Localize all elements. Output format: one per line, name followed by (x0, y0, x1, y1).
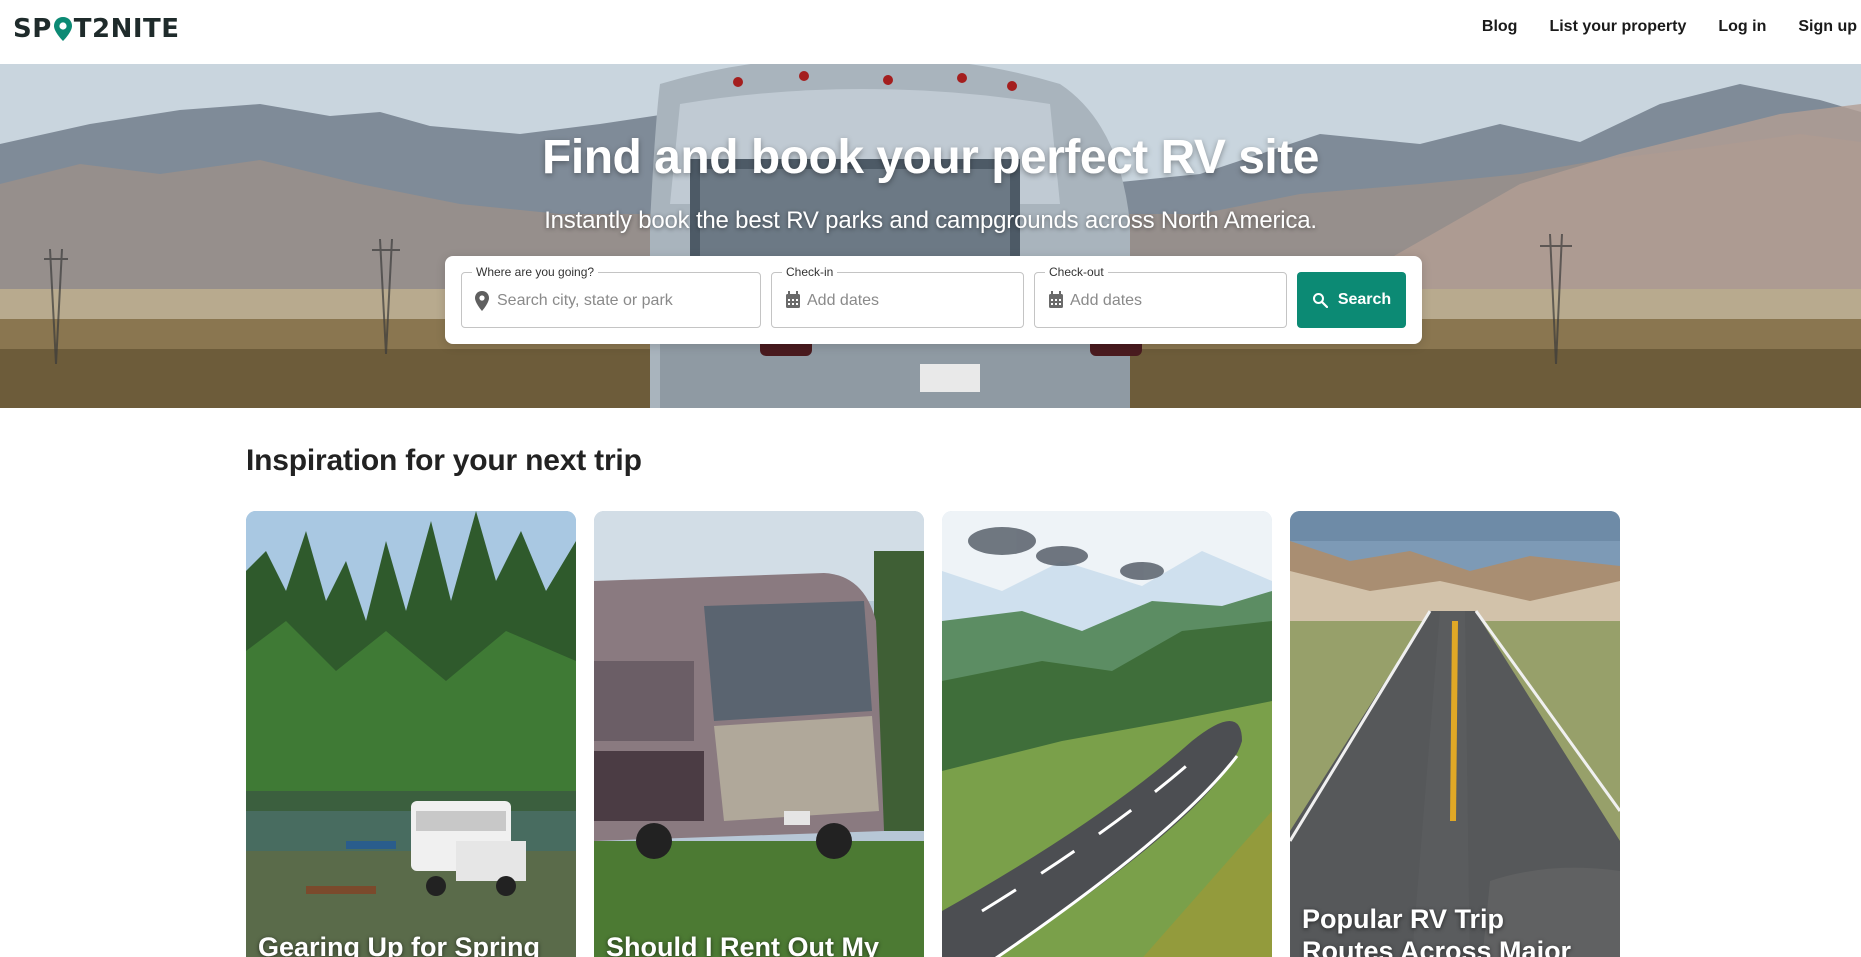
map-pin-logo-icon (53, 16, 73, 42)
logo-text-left: SP (13, 14, 52, 44)
checkout-input[interactable]: Add dates (1070, 292, 1142, 310)
checkout-field[interactable]: Check-out Add dates (1034, 265, 1287, 328)
hero-title: Find and book your perfect RV site (542, 131, 1319, 184)
nav-signup-link[interactable]: Sign up (1798, 18, 1857, 36)
calendar-icon (785, 291, 803, 311)
search-button[interactable]: Search (1297, 272, 1406, 328)
top-nav: Blog List your property Log in Sign up (1482, 0, 1861, 54)
checkin-input[interactable]: Add dates (807, 292, 879, 310)
checkout-label: Check-out (1045, 265, 1108, 279)
inspiration-cards: Gearing Up for Spring Should I Rent Out … (246, 511, 1621, 957)
calendar-icon (1048, 291, 1066, 311)
search-icon (1312, 293, 1328, 308)
location-pin-icon (475, 291, 493, 311)
hero-background-image (0, 64, 1861, 408)
card-image-motorhome (594, 511, 924, 957)
inspiration-card[interactable]: Popular RV Trip Routes Across Major US (1290, 511, 1620, 957)
checkin-label: Check-in (782, 265, 838, 279)
inspiration-heading: Inspiration for your next trip (246, 444, 642, 477)
site-header: SP T2NITE Blog List your property Log in… (0, 0, 1861, 64)
hero-subtitle: Instantly book the best RV parks and cam… (544, 207, 1317, 234)
nav-blog-link[interactable]: Blog (1482, 18, 1518, 36)
hero-banner: Find and book your perfect RV site Insta… (0, 64, 1861, 408)
destination-field[interactable]: Where are you going? Search city, state … (461, 265, 761, 328)
search-panel: Where are you going? Search city, state … (445, 256, 1422, 344)
search-button-label: Search (1337, 291, 1392, 308)
spot2nite-logo[interactable]: SP T2NITE (13, 12, 180, 46)
nav-list-property-link[interactable]: List your property (1549, 18, 1686, 36)
destination-label: Where are you going? (472, 265, 599, 279)
inspiration-card[interactable]: Should I Rent Out My (594, 511, 924, 957)
destination-input[interactable]: Search city, state or park (497, 292, 673, 310)
card-title: Popular RV Trip Routes Across Major US (1302, 904, 1572, 957)
inspiration-card[interactable]: Gearing Up for Spring (246, 511, 576, 957)
card-image-forest-camp (246, 511, 576, 957)
card-title: Should I Rent Out My (606, 932, 879, 957)
card-image-desert-highway (1290, 511, 1620, 957)
card-image-mountain-road (942, 511, 1272, 957)
nav-login-link[interactable]: Log in (1718, 18, 1766, 36)
logo-text-right: T2NITE (73, 14, 180, 44)
inspiration-card[interactable] (942, 511, 1272, 957)
card-title: Gearing Up for Spring (258, 932, 541, 957)
checkin-field[interactable]: Check-in Add dates (771, 265, 1024, 328)
